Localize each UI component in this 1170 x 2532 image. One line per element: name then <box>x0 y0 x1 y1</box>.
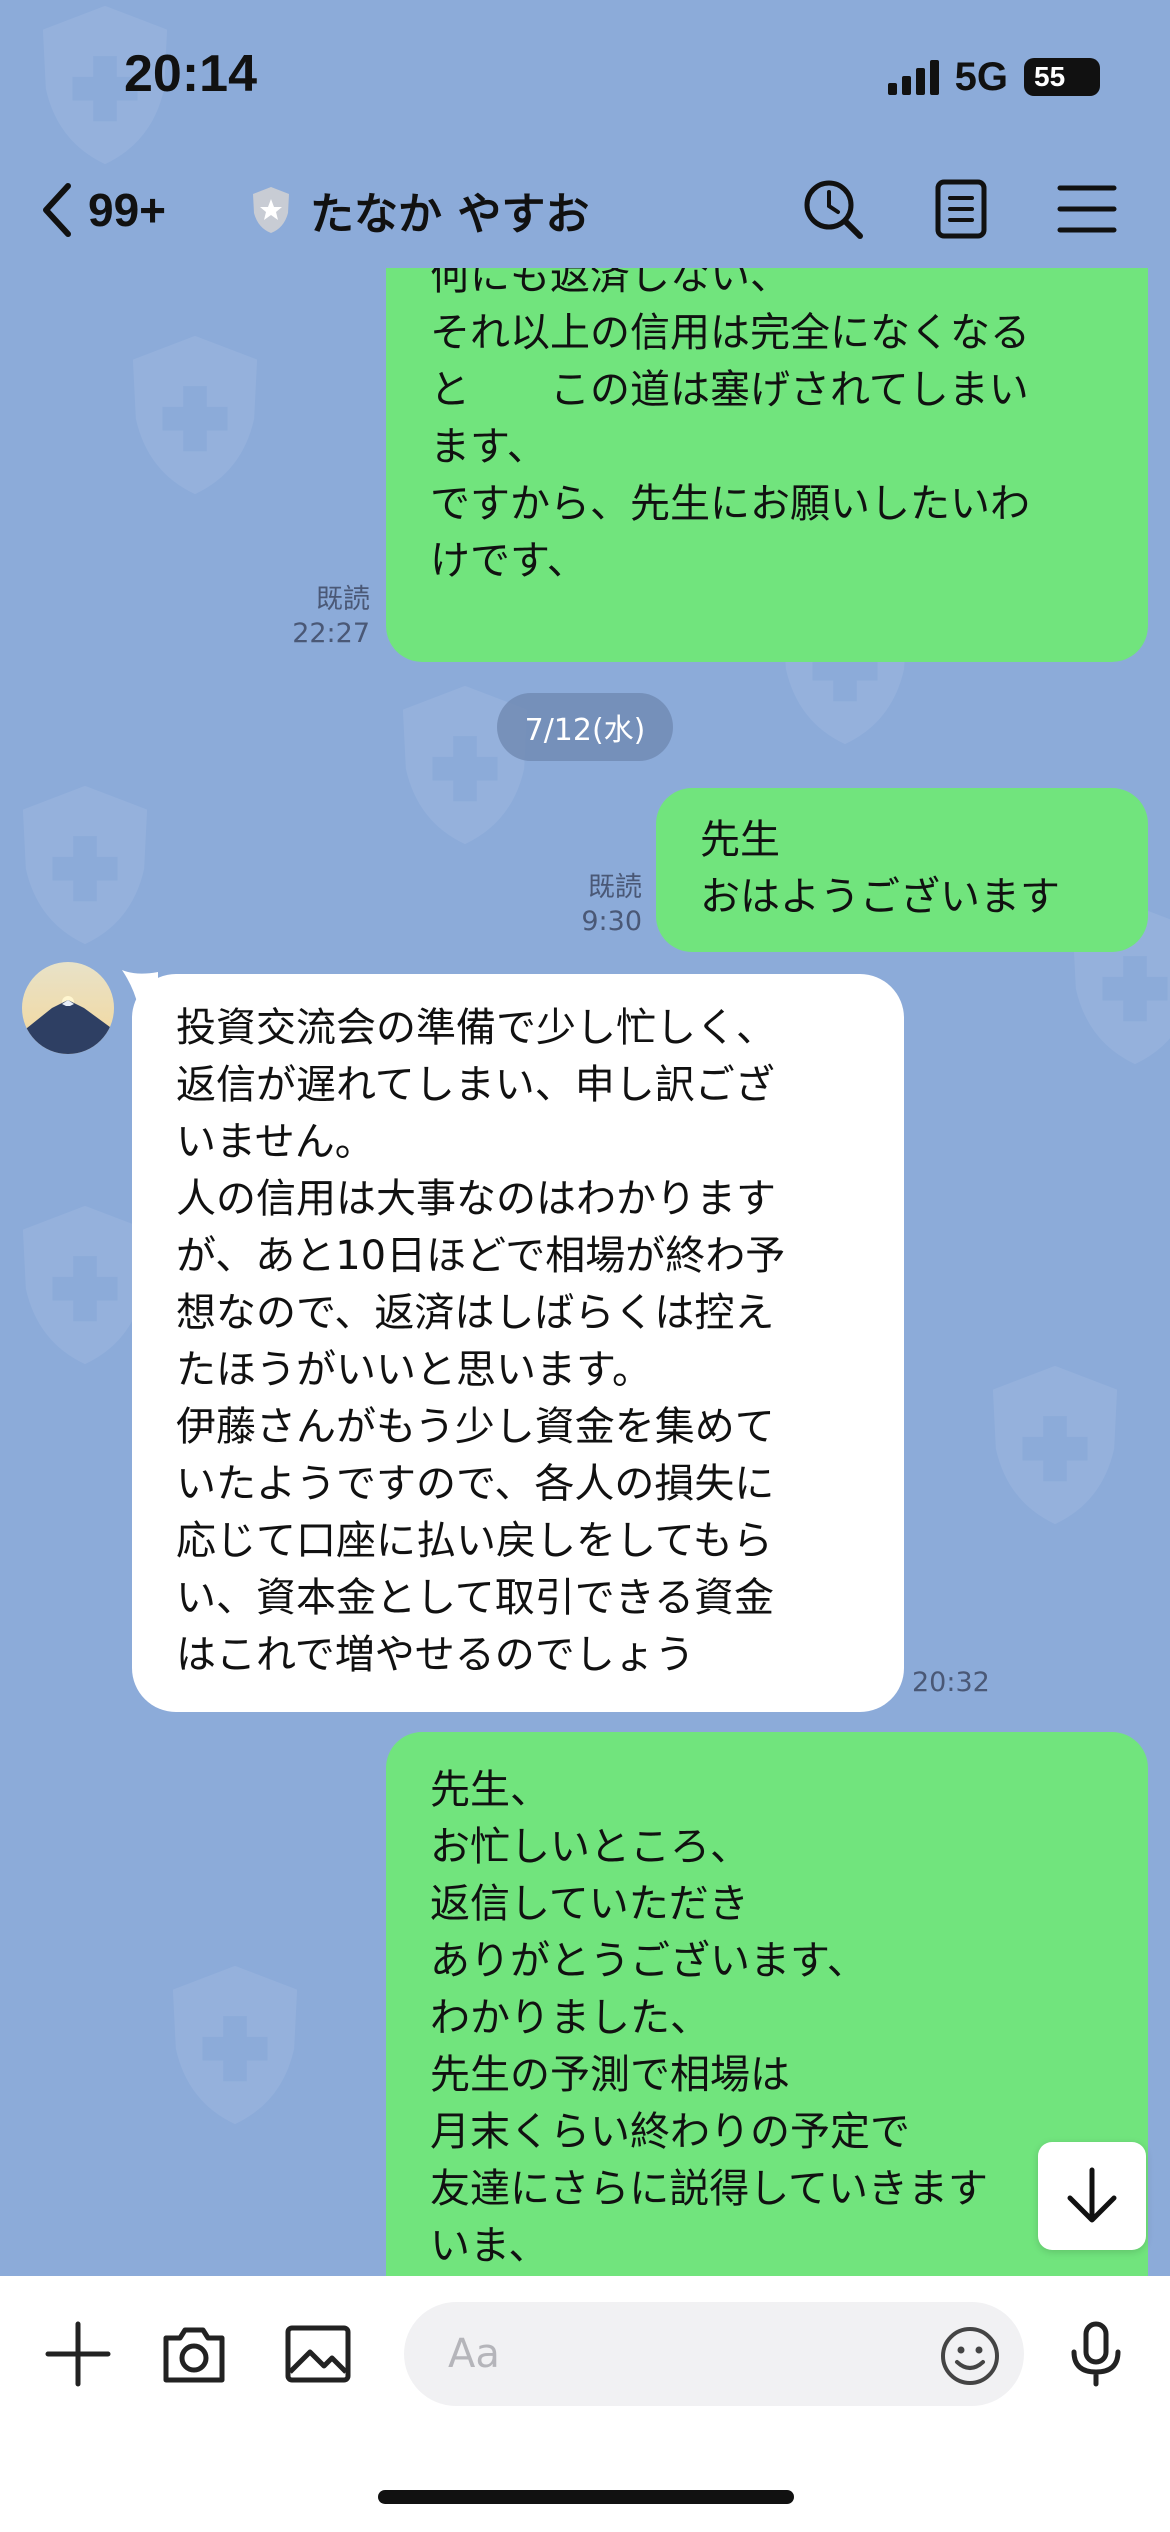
status-time: 20:14 <box>124 45 257 103</box>
battery-icon: 55 <box>1024 58 1100 96</box>
message-time: 22:27 <box>292 618 370 649</box>
unread-count: 99+ <box>88 184 167 236</box>
search-icon <box>804 180 863 239</box>
chat-header: 99+ たなか やすお <box>0 160 1170 260</box>
date-separator: 7/12(水) <box>497 693 673 761</box>
watermark-shield-icon <box>160 1960 310 2130</box>
status-bar: 20:14 5G 55 <box>0 0 1170 150</box>
contact-name: たなか やすお <box>310 189 590 240</box>
add-button[interactable] <box>42 2318 114 2390</box>
message-time: 20:32 <box>912 1667 990 1698</box>
back-button[interactable]: 99+ <box>36 178 166 242</box>
menu-button[interactable] <box>1054 176 1120 242</box>
shield-badge-icon <box>253 187 289 233</box>
watermark-shield-icon <box>120 330 270 500</box>
network-label: 5G <box>954 54 1008 99</box>
message-meta: 既読 9:30 <box>530 871 642 939</box>
watermark-shield-icon <box>980 1360 1130 1530</box>
message-outgoing[interactable]: 先生 おはようございます <box>656 788 1148 952</box>
mic-button[interactable] <box>1060 2318 1132 2390</box>
message-time: 9:30 <box>581 906 642 937</box>
message-input[interactable] <box>404 2302 1024 2406</box>
mic-icon <box>1071 2321 1121 2387</box>
chat-title[interactable]: たなか やすお <box>250 178 589 242</box>
chevron-left-icon <box>43 183 71 237</box>
plus-icon <box>45 2321 111 2387</box>
note-icon <box>935 179 987 239</box>
camera-icon <box>163 2327 225 2383</box>
message-meta: 既読 22:27 <box>260 583 370 651</box>
menu-icon <box>1057 185 1117 233</box>
status-indicators: 5G 55 <box>887 52 1100 102</box>
camera-button[interactable] <box>158 2318 230 2390</box>
scroll-to-bottom-button[interactable] <box>1038 2142 1146 2250</box>
search-button[interactable] <box>800 176 866 242</box>
battery-level: 55 <box>1034 61 1066 92</box>
image-button[interactable] <box>282 2318 354 2390</box>
message-incoming[interactable]: 投資交流会の準備で少し忙しく、 返信が遅れてしまい、申し訳ござ いません。 人の… <box>132 974 904 1712</box>
signal-icon <box>887 59 939 95</box>
message-outgoing[interactable]: 何にも返済しない、 それ以上の信用は完全になくなる と この道は塞げされてしまい… <box>386 268 1148 662</box>
notes-button[interactable] <box>928 176 994 242</box>
arrow-down-icon <box>1067 2167 1117 2223</box>
home-indicator <box>378 2490 794 2504</box>
message-outgoing[interactable]: 先生、 お忙しいところ、 返信していただき ありがとうございます、 わかりました… <box>386 1732 1148 2332</box>
watermark-shield-icon <box>10 780 160 950</box>
mountain-avatar-icon <box>22 962 114 1054</box>
read-receipt: 既読 <box>588 872 642 903</box>
image-icon <box>285 2325 351 2383</box>
emoji-button[interactable] <box>938 2324 1002 2388</box>
emoji-icon <box>941 2327 999 2385</box>
input-bar <box>0 2276 1170 2532</box>
avatar[interactable] <box>22 962 114 1054</box>
read-receipt: 既読 <box>316 584 370 615</box>
